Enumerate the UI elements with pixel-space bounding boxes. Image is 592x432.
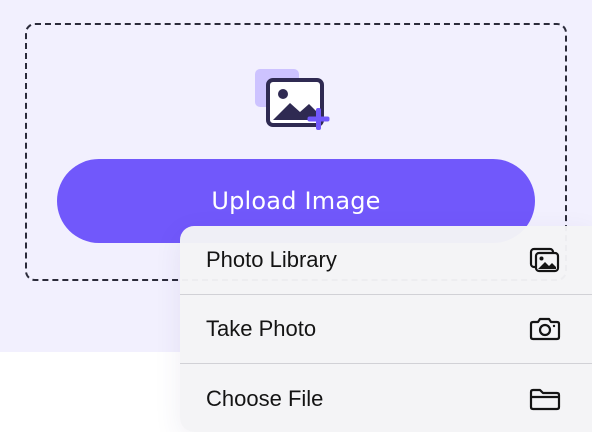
menu-item-label: Photo Library [206,247,337,272]
image-add-icon [252,66,336,134]
menu-item-label: Choose File [206,385,324,411]
folder-icon [528,386,562,412]
photo-library-icon [528,247,562,273]
menu-item-label: Take Photo [206,316,317,341]
menu-item-photo-library[interactable]: Photo Library [180,226,592,295]
upload-image-button-label: Upload Image [211,187,381,215]
upload-source-menu: Photo Library Take Photo Choose File [180,226,592,432]
camera-icon [528,316,562,342]
menu-item-choose-file[interactable]: Choose File [180,364,592,432]
menu-item-take-photo[interactable]: Take Photo [180,295,592,364]
